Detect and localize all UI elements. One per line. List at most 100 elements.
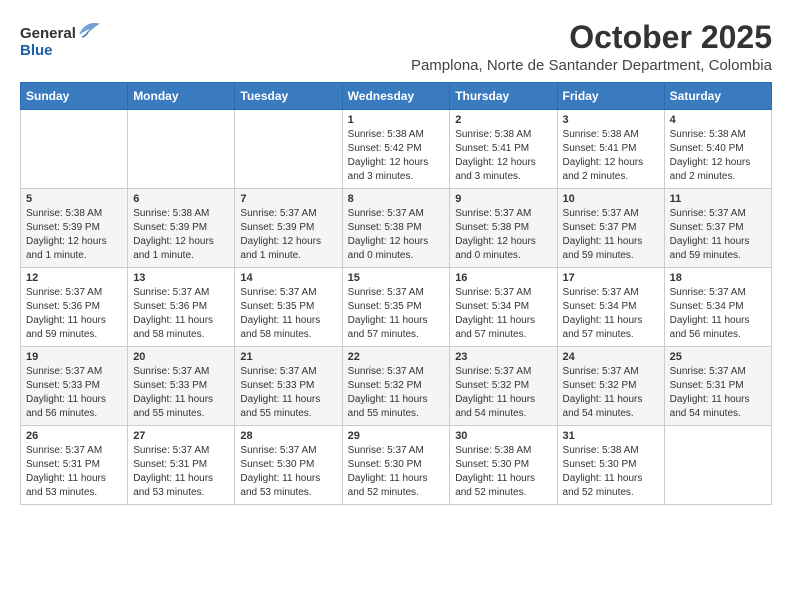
day-number: 30: [455, 430, 551, 442]
day-info: Sunrise: 5:37 AM Sunset: 5:34 PM Dayligh…: [455, 286, 551, 342]
day-number: 6: [133, 193, 229, 205]
day-info: Sunrise: 5:37 AM Sunset: 5:34 PM Dayligh…: [670, 286, 766, 342]
bird-icon: [78, 20, 100, 38]
calendar-cell: 3Sunrise: 5:38 AM Sunset: 5:41 PM Daylig…: [557, 110, 664, 189]
day-info: Sunrise: 5:37 AM Sunset: 5:33 PM Dayligh…: [240, 365, 336, 421]
location-title: Pamplona, Norte de Santander Department,…: [100, 57, 772, 74]
calendar-cell: 20Sunrise: 5:37 AM Sunset: 5:33 PM Dayli…: [128, 347, 235, 426]
header-monday: Monday: [128, 83, 235, 110]
day-info: Sunrise: 5:38 AM Sunset: 5:42 PM Dayligh…: [348, 128, 445, 184]
day-info: Sunrise: 5:37 AM Sunset: 5:38 PM Dayligh…: [455, 207, 551, 263]
day-number: 29: [348, 430, 445, 442]
header-thursday: Thursday: [450, 83, 557, 110]
day-number: 1: [348, 114, 445, 126]
calendar-cell: 2 Sunrise: 5:38 AM Sunset: 5:41 PM Daylig…: [450, 110, 557, 189]
day-info: Sunrise: 5:37 AM Sunset: 5:36 PM Dayligh…: [26, 286, 122, 342]
calendar-cell: 25 Sunrise: 5:37 AM Sunset: 5:31 PM Dayli…: [664, 347, 771, 426]
day-number: 17: [563, 272, 659, 284]
day-info: Sunrise: 5:37 AM Sunset: 5:31 PM Dayligh…: [133, 444, 229, 500]
day-number: 18: [670, 272, 766, 284]
calendar-cell: 31 Sunrise: 5:38 AM Sunset: 5:30 PM Dayli…: [557, 426, 664, 505]
day-number: 25: [670, 351, 766, 363]
day-info: Sunrise: 5:37 AM Sunset: 5:32 PM Dayligh…: [563, 365, 659, 421]
day-info: Sunrise: 5:38 AM Sunset: 5:40 PM Dayligh…: [670, 128, 766, 184]
calendar-cell: 1 Sunrise: 5:38 AM Sunset: 5:42 PM Daylig…: [342, 110, 450, 189]
day-number: 31: [563, 430, 659, 442]
logo-general: General: [20, 25, 76, 42]
day-info: Sunrise: 5:37 AM Sunset: 5:38 PM Dayligh…: [348, 207, 445, 263]
calendar-cell: 27 Sunrise: 5:37 AM Sunset: 5:31 PM Dayli…: [128, 426, 235, 505]
day-info: Sunrise: 5:38 AM Sunset: 5:30 PM Dayligh…: [563, 444, 659, 500]
page-header: General Blue October 2025 Pamplona, Nort…: [20, 20, 772, 74]
calendar-cell: 7Sunrise: 5:37 AM Sunset: 5:39 PM Daylig…: [235, 189, 342, 268]
day-number: 15: [348, 272, 445, 284]
calendar-week-row: 5 Sunrise: 5:38 AM Sunset: 5:39 PM Daylig…: [21, 189, 772, 268]
header-tuesday: Tuesday: [235, 83, 342, 110]
day-number: 26: [26, 430, 122, 442]
day-info: Sunrise: 5:38 AM Sunset: 5:41 PM Dayligh…: [563, 128, 659, 184]
calendar-cell: 29Sunrise: 5:37 AM Sunset: 5:30 PM Dayli…: [342, 426, 450, 505]
calendar-header-row: Sunday Monday Tuesday Wednesday Thursday…: [21, 83, 772, 110]
day-info: Sunrise: 5:37 AM Sunset: 5:37 PM Dayligh…: [563, 207, 659, 263]
calendar-cell: 15 Sunrise: 5:37 AM Sunset: 5:35 PM Dayli…: [342, 268, 450, 347]
day-number: 2: [455, 114, 551, 126]
calendar-week-row: 19 Sunrise: 5:37 AM Sunset: 5:33 PM Dayli…: [21, 347, 772, 426]
calendar-cell: 9 Sunrise: 5:37 AM Sunset: 5:38 PM Daylig…: [450, 189, 557, 268]
day-info: Sunrise: 5:37 AM Sunset: 5:33 PM Dayligh…: [26, 365, 122, 421]
calendar-cell: 23 Sunrise: 5:37 AM Sunset: 5:32 PM Dayli…: [450, 347, 557, 426]
calendar-cell: [235, 110, 342, 189]
calendar-cell: 22Sunrise: 5:37 AM Sunset: 5:32 PM Dayli…: [342, 347, 450, 426]
day-number: 13: [133, 272, 229, 284]
day-info: Sunrise: 5:37 AM Sunset: 5:31 PM Dayligh…: [26, 444, 122, 500]
day-number: 5: [26, 193, 122, 205]
day-number: 16: [455, 272, 551, 284]
day-info: Sunrise: 5:37 AM Sunset: 5:36 PM Dayligh…: [133, 286, 229, 342]
calendar-cell: 4Sunrise: 5:38 AM Sunset: 5:40 PM Daylig…: [664, 110, 771, 189]
day-number: 23: [455, 351, 551, 363]
calendar-cell: [664, 426, 771, 505]
calendar-cell: 21 Sunrise: 5:37 AM Sunset: 5:33 PM Dayli…: [235, 347, 342, 426]
calendar-cell: 5 Sunrise: 5:38 AM Sunset: 5:39 PM Daylig…: [21, 189, 128, 268]
calendar-cell: 28 Sunrise: 5:37 AM Sunset: 5:30 PM Dayli…: [235, 426, 342, 505]
calendar-cell: 10 Sunrise: 5:37 AM Sunset: 5:37 PM Dayli…: [557, 189, 664, 268]
day-number: 10: [563, 193, 659, 205]
calendar-cell: [21, 110, 128, 189]
calendar-cell: [128, 110, 235, 189]
month-title: October 2025: [100, 20, 772, 55]
day-info: Sunrise: 5:38 AM Sunset: 5:39 PM Dayligh…: [26, 207, 122, 263]
day-number: 19: [26, 351, 122, 363]
header-wednesday: Wednesday: [342, 83, 450, 110]
day-number: 12: [26, 272, 122, 284]
calendar-cell: 19 Sunrise: 5:37 AM Sunset: 5:33 PM Dayli…: [21, 347, 128, 426]
title-block: October 2025 Pamplona, Norte de Santande…: [100, 20, 772, 74]
day-number: 21: [240, 351, 336, 363]
calendar-week-row: 1 Sunrise: 5:38 AM Sunset: 5:42 PM Daylig…: [21, 110, 772, 189]
day-number: 8: [348, 193, 445, 205]
day-number: 11: [670, 193, 766, 205]
calendar-cell: 6Sunrise: 5:38 AM Sunset: 5:39 PM Daylig…: [128, 189, 235, 268]
day-number: 28: [240, 430, 336, 442]
logo: General Blue: [20, 20, 100, 59]
day-info: Sunrise: 5:37 AM Sunset: 5:35 PM Dayligh…: [240, 286, 336, 342]
day-number: 9: [455, 193, 551, 205]
calendar-week-row: 26 Sunrise: 5:37 AM Sunset: 5:31 PM Dayli…: [21, 426, 772, 505]
header-sunday: Sunday: [21, 83, 128, 110]
header-friday: Friday: [557, 83, 664, 110]
calendar-cell: 24 Sunrise: 5:37 AM Sunset: 5:32 PM Dayli…: [557, 347, 664, 426]
day-number: 20: [133, 351, 229, 363]
day-info: Sunrise: 5:37 AM Sunset: 5:30 PM Dayligh…: [240, 444, 336, 500]
day-info: Sunrise: 5:37 AM Sunset: 5:31 PM Dayligh…: [670, 365, 766, 421]
day-info: Sunrise: 5:37 AM Sunset: 5:35 PM Dayligh…: [348, 286, 445, 342]
calendar-cell: 11Sunrise: 5:37 AM Sunset: 5:37 PM Dayli…: [664, 189, 771, 268]
logo-text: General Blue: [20, 20, 100, 59]
calendar-cell: 8 Sunrise: 5:37 AM Sunset: 5:38 PM Daylig…: [342, 189, 450, 268]
day-number: 24: [563, 351, 659, 363]
calendar-table: Sunday Monday Tuesday Wednesday Thursday…: [20, 82, 772, 505]
calendar-cell: 14Sunrise: 5:37 AM Sunset: 5:35 PM Dayli…: [235, 268, 342, 347]
day-info: Sunrise: 5:38 AM Sunset: 5:41 PM Dayligh…: [455, 128, 551, 184]
day-info: Sunrise: 5:37 AM Sunset: 5:32 PM Dayligh…: [348, 365, 445, 421]
day-number: 27: [133, 430, 229, 442]
calendar-cell: 12 Sunrise: 5:37 AM Sunset: 5:36 PM Dayli…: [21, 268, 128, 347]
day-info: Sunrise: 5:37 AM Sunset: 5:32 PM Dayligh…: [455, 365, 551, 421]
calendar-cell: 13 Sunrise: 5:37 AM Sunset: 5:36 PM Dayli…: [128, 268, 235, 347]
